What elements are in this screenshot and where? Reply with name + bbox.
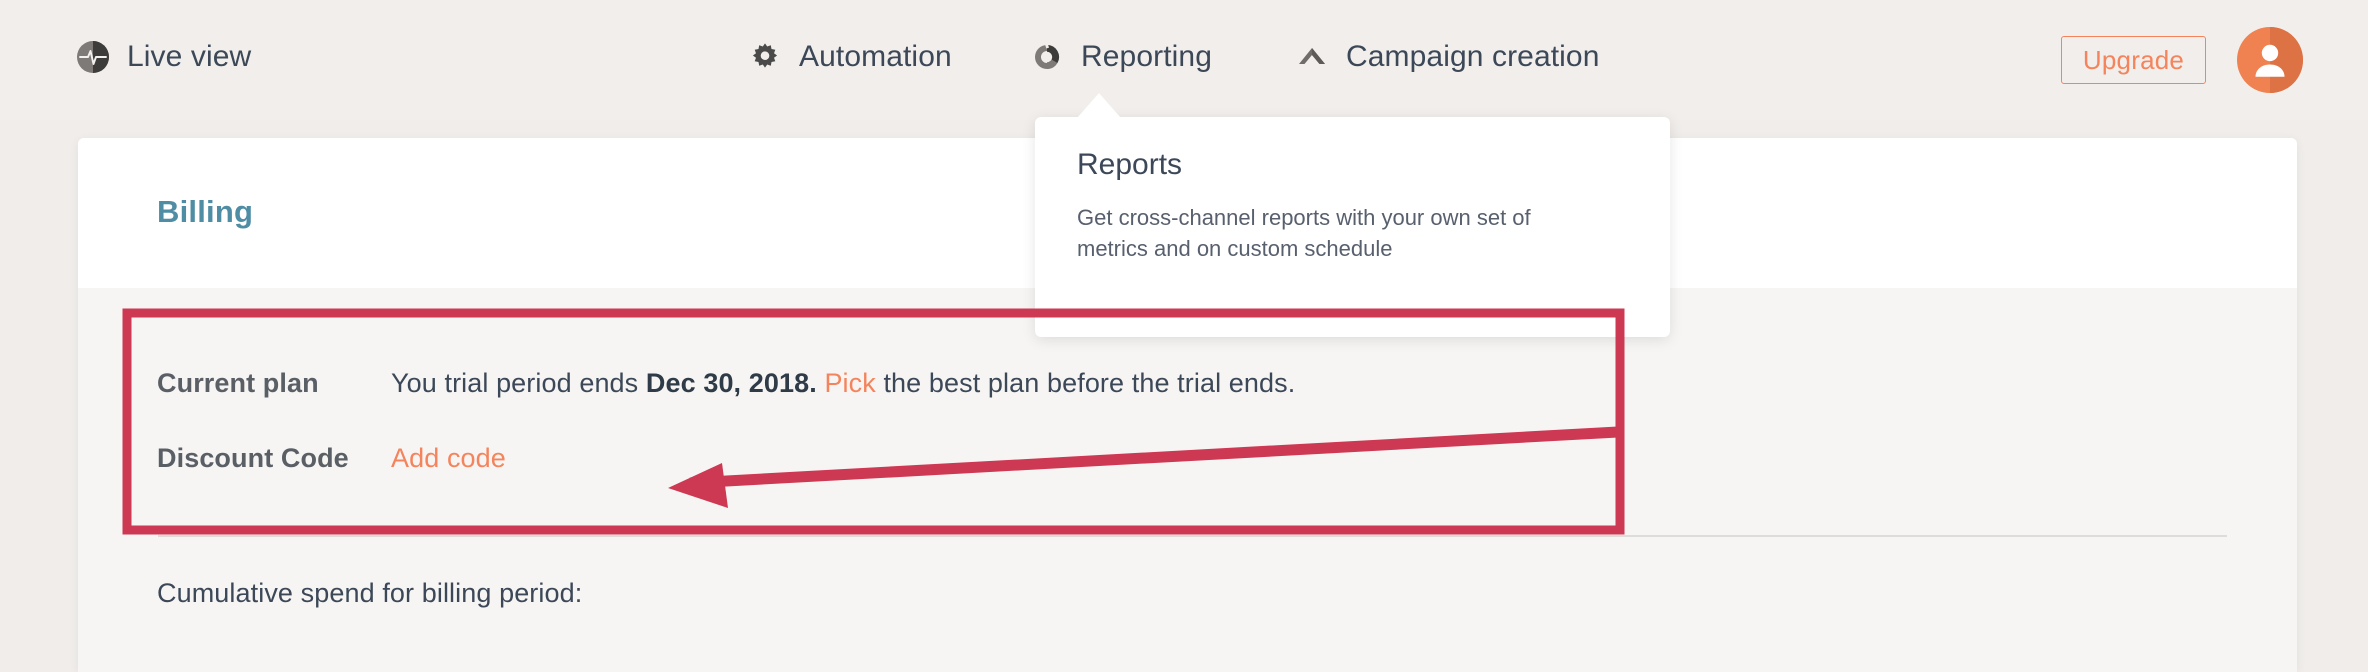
- top-navigation-bar: Live view Automation Reporting: [0, 0, 2368, 120]
- pie-chart-icon: [1030, 40, 1064, 74]
- nav-item-reporting[interactable]: Reporting: [1030, 40, 1212, 74]
- add-code-link[interactable]: Add code: [391, 443, 506, 474]
- dropdown-description: Get cross-channel reports with your own …: [1077, 202, 1587, 264]
- discount-code-label: Discount Code: [157, 443, 349, 474]
- pick-plan-link[interactable]: Pick: [824, 368, 875, 398]
- card-body: Current plan You trial period ends Dec 3…: [78, 288, 2297, 672]
- dropdown-pointer-arrow: [1077, 93, 1121, 118]
- reports-dropdown-panel: Reports Get cross-channel reports with y…: [1035, 117, 1670, 337]
- pulse-circle-icon: [76, 40, 110, 74]
- current-plan-label: Current plan: [157, 368, 319, 399]
- nav-label-automation: Automation: [799, 40, 952, 74]
- user-avatar-icon: [2237, 27, 2303, 93]
- gear-icon: [748, 40, 782, 74]
- plan-text-prefix: You trial period ends: [391, 368, 646, 398]
- nav-item-automation[interactable]: Automation: [748, 40, 952, 74]
- nav-item-campaign-creation[interactable]: Campaign creation: [1295, 40, 1600, 74]
- nav-label-reporting: Reporting: [1081, 40, 1212, 74]
- section-divider: [158, 535, 2227, 537]
- plan-text-suffix: the best plan before the trial ends.: [876, 368, 1295, 398]
- upgrade-button[interactable]: Upgrade: [2061, 36, 2206, 84]
- avatar[interactable]: [2237, 27, 2303, 93]
- cumulative-spend-label: Cumulative spend for billing period:: [157, 578, 582, 609]
- nav-label-live-view: Live view: [127, 40, 251, 74]
- page-title: Billing: [157, 194, 253, 230]
- dropdown-title: Reports: [1077, 148, 1182, 182]
- nav-label-campaign-creation: Campaign creation: [1346, 40, 1600, 74]
- plan-trial-end-date: Dec 30, 2018.: [646, 368, 817, 398]
- current-plan-value: You trial period ends Dec 30, 2018. Pick…: [391, 368, 1295, 399]
- nav-item-live-view[interactable]: Live view: [76, 40, 251, 74]
- chevron-up-icon: [1295, 40, 1329, 74]
